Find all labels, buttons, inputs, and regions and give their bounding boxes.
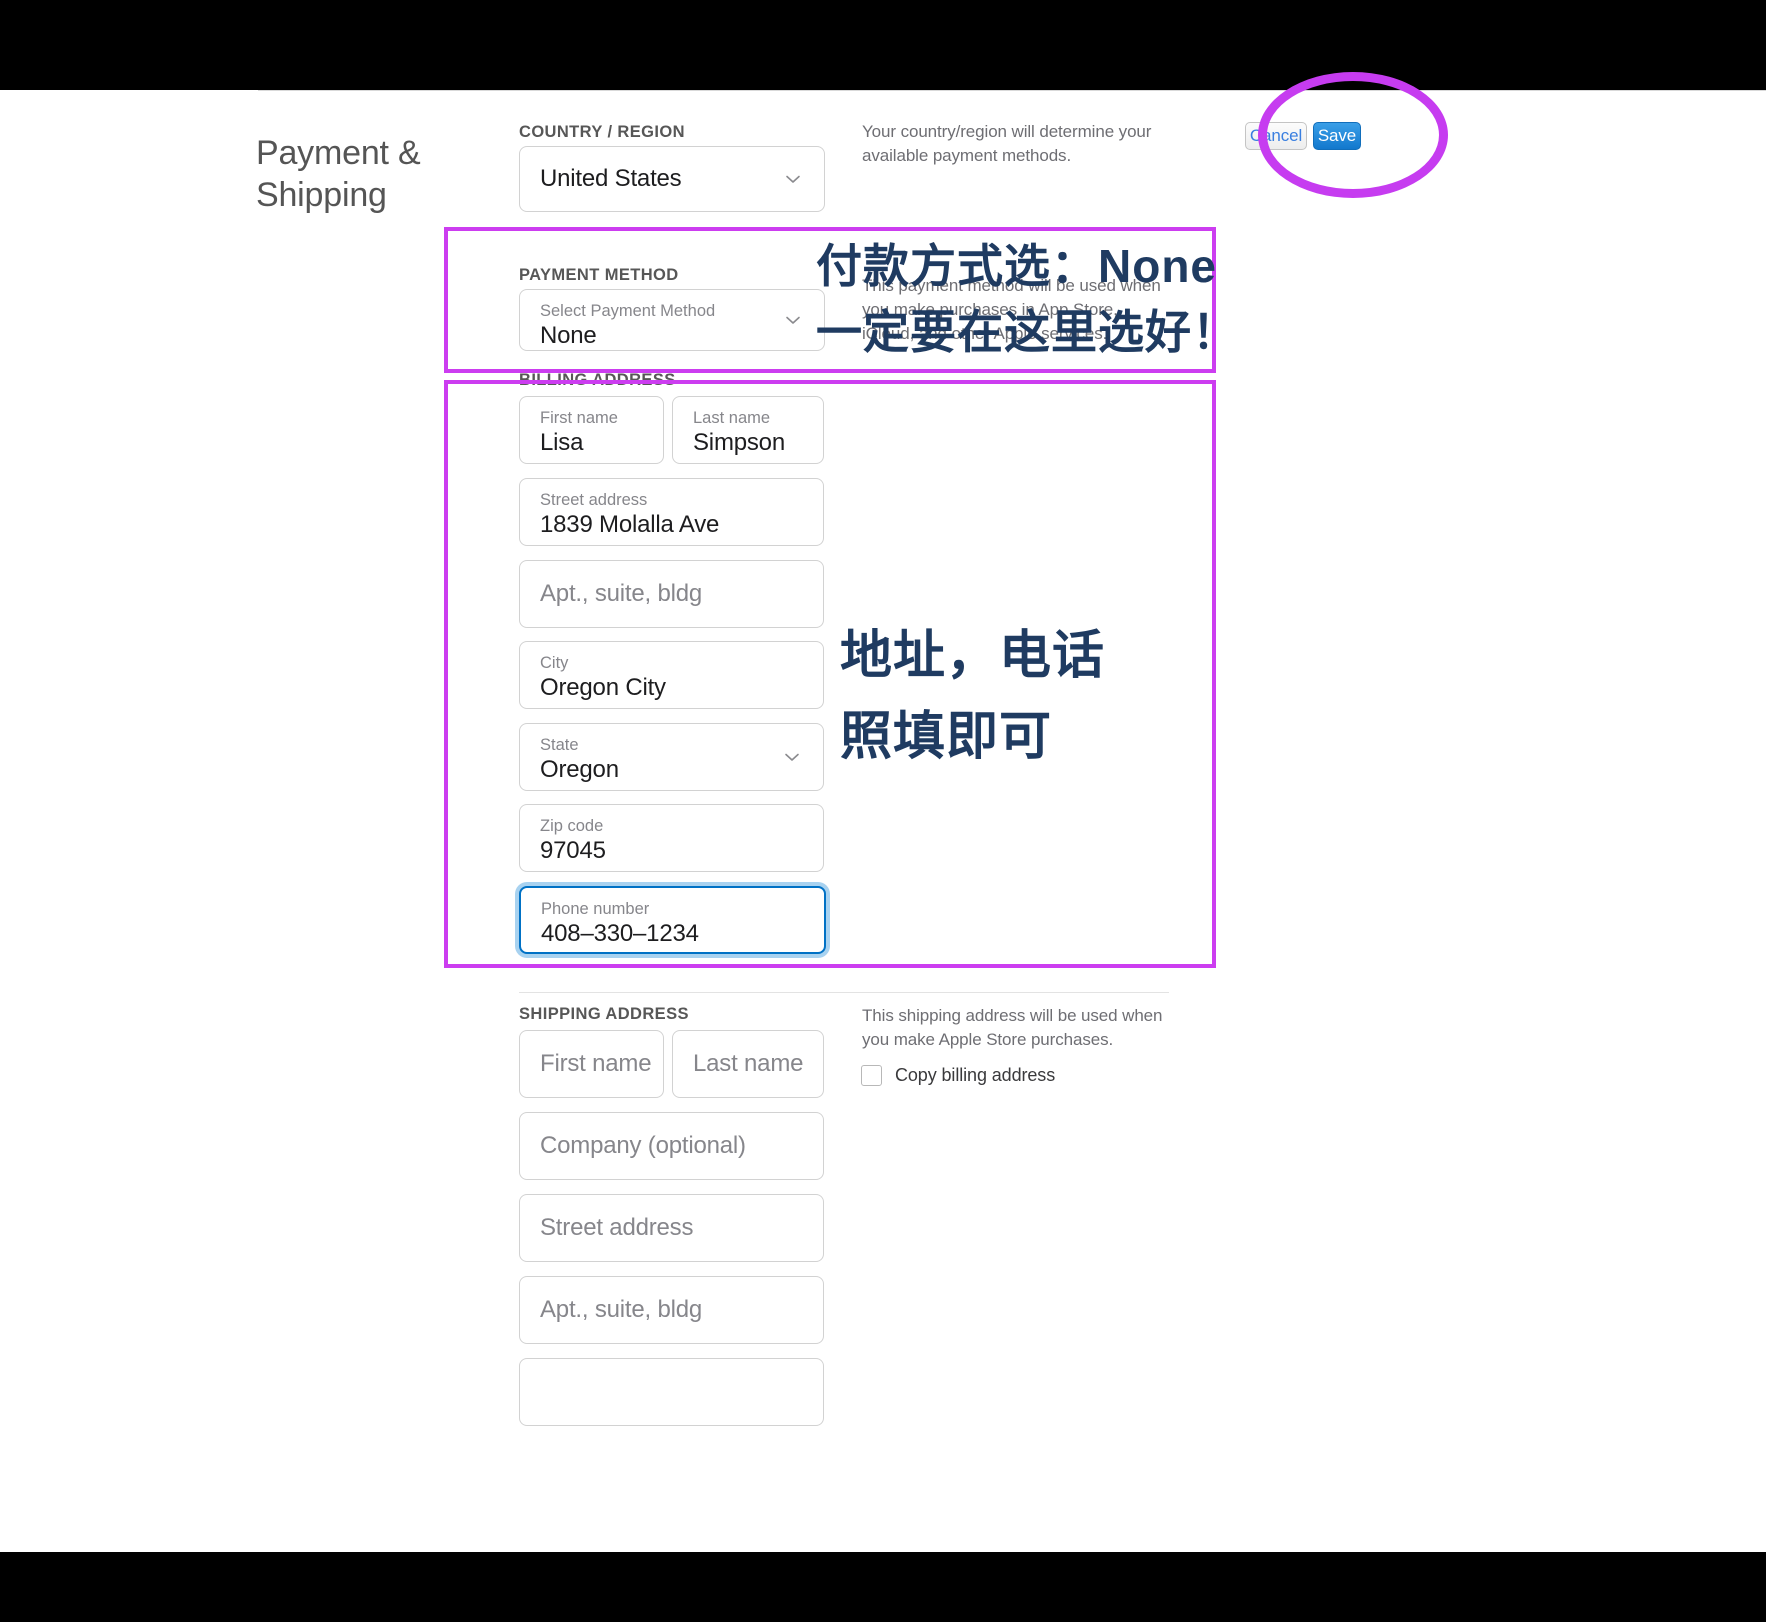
- field-label: City: [540, 653, 568, 673]
- page-top-divider: [258, 90, 1766, 91]
- payment-method-label: PAYMENT METHOD: [519, 266, 679, 285]
- page-title: Payment & Shipping: [256, 132, 506, 216]
- field-label: Zip code: [540, 816, 603, 836]
- document-page: Payment & Shipping COUNTRY / REGION Unit…: [0, 90, 1766, 1552]
- copy-billing-address-row[interactable]: Copy billing address: [861, 1065, 1055, 1086]
- shipping-address-label: SHIPPING ADDRESS: [519, 1005, 689, 1024]
- field-label: Street address: [540, 490, 647, 510]
- field-value: 1839 Molalla Ave: [540, 510, 719, 540]
- payment-method-value: None: [540, 321, 597, 351]
- billing-first-name-field[interactable]: First name Lisa: [519, 396, 664, 464]
- field-value: 97045: [540, 836, 606, 866]
- field-placeholder: Company (optional): [540, 1131, 746, 1161]
- field-value: Lisa: [540, 428, 583, 458]
- field-value: 408–330–1234: [541, 919, 699, 949]
- billing-apt-field[interactable]: Apt., suite, bldg: [519, 560, 824, 628]
- payment-method-helper: This payment method will be used when yo…: [862, 274, 1167, 346]
- section-divider: [519, 992, 1169, 993]
- field-value: Oregon City: [540, 673, 666, 703]
- shipping-apt-field[interactable]: Apt., suite, bldg: [519, 1276, 824, 1344]
- shipping-street-address-field[interactable]: Street address: [519, 1194, 824, 1262]
- billing-state-select[interactable]: State Oregon: [519, 723, 824, 791]
- field-label: State: [540, 735, 579, 755]
- country-region-select[interactable]: United States: [519, 146, 825, 212]
- billing-phone-number-field[interactable]: Phone number 408–330–1234: [519, 886, 826, 954]
- copy-billing-address-checkbox[interactable]: [861, 1065, 882, 1086]
- payment-method-field-label: Select Payment Method: [540, 301, 715, 321]
- billing-street-address-field[interactable]: Street address 1839 Molalla Ave: [519, 478, 824, 546]
- billing-city-field[interactable]: City Oregon City: [519, 641, 824, 709]
- field-placeholder: First name: [540, 1049, 651, 1079]
- copy-billing-address-label: Copy billing address: [895, 1065, 1055, 1086]
- field-label: Last name: [693, 408, 770, 428]
- shipping-last-name-field[interactable]: Last name: [672, 1030, 824, 1098]
- chevron-down-icon: [783, 748, 801, 766]
- chevron-down-icon: [784, 311, 802, 329]
- field-label: First name: [540, 408, 618, 428]
- shipping-city-field[interactable]: [519, 1358, 824, 1426]
- field-label: Phone number: [541, 899, 649, 919]
- field-placeholder: Apt., suite, bldg: [540, 1295, 702, 1325]
- shipping-address-helper: This shipping address will be used when …: [862, 1004, 1172, 1052]
- country-region-helper: Your country/region will determine your …: [862, 120, 1162, 168]
- field-value: Oregon: [540, 755, 619, 785]
- shipping-company-field[interactable]: Company (optional): [519, 1112, 824, 1180]
- billing-last-name-field[interactable]: Last name Simpson: [672, 396, 824, 464]
- country-region-label: COUNTRY / REGION: [519, 123, 685, 142]
- payment-method-select[interactable]: Select Payment Method None: [519, 289, 825, 351]
- billing-zip-code-field[interactable]: Zip code 97045: [519, 804, 824, 872]
- country-region-value: United States: [540, 164, 681, 194]
- billing-address-label: BILLING ADDRESS: [519, 371, 676, 390]
- cancel-button[interactable]: Cancel: [1245, 122, 1307, 150]
- field-value: Simpson: [693, 428, 785, 458]
- field-placeholder: Apt., suite, bldg: [540, 579, 702, 609]
- field-placeholder: Last name: [693, 1049, 803, 1079]
- shipping-first-name-field[interactable]: First name: [519, 1030, 664, 1098]
- save-button[interactable]: Save: [1313, 122, 1361, 150]
- chevron-down-icon: [784, 170, 802, 188]
- field-placeholder: Street address: [540, 1213, 693, 1243]
